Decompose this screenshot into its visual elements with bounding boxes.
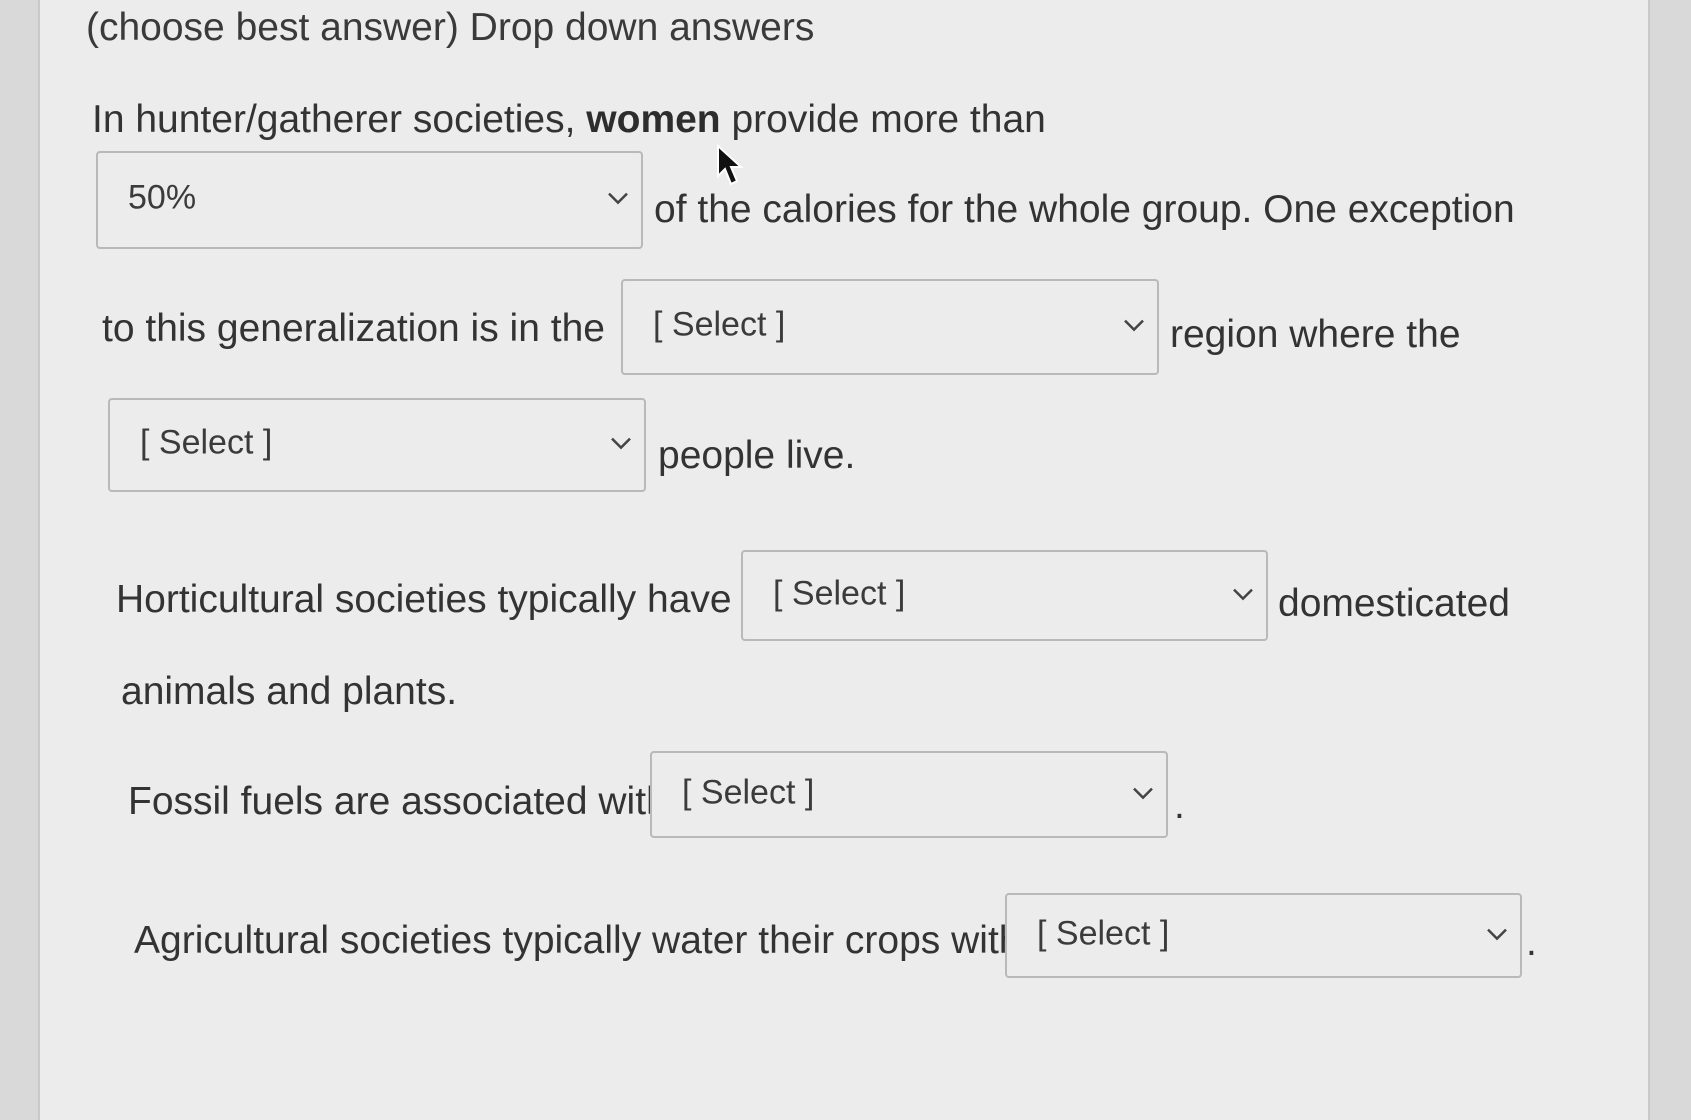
q4-text-a: Agricultural societies typically water t… <box>134 919 1021 962</box>
chevron-down-icon <box>1487 928 1507 940</box>
q1-bold-word: women <box>586 98 721 141</box>
q1-select-people-value: [ Select ] <box>140 423 273 462</box>
q1-select-region[interactable]: [ Select ] <box>621 279 1159 375</box>
q1-text-line5: people live. <box>658 434 856 477</box>
chevron-down-icon <box>1124 319 1144 332</box>
q4-period: . <box>1526 921 1537 964</box>
q4-select-value: [ Select ] <box>1037 914 1170 953</box>
q1-select-calories-value: 50% <box>128 178 197 217</box>
mouse-cursor-icon <box>717 144 744 186</box>
q3-select-fossil-fuels[interactable]: [ Select ] <box>650 751 1168 838</box>
q2-text-c: animals and plants. <box>121 670 458 713</box>
chevron-down-icon <box>1133 787 1153 799</box>
q2-text-b: domesticated <box>1278 582 1510 625</box>
q2-text-a: Horticultural societies typically have <box>116 578 732 621</box>
chevron-down-icon <box>1233 588 1253 600</box>
q1-select-region-value: [ Select ] <box>653 305 786 344</box>
q1-text-line2: of the calories for the whole group. One… <box>654 188 1515 231</box>
q2-select-value: [ Select ] <box>773 574 906 613</box>
q1-text-line4: region where the <box>1170 313 1461 356</box>
question-heading: (choose best answer) Drop down answers <box>86 6 815 49</box>
q3-select-value: [ Select ] <box>682 773 815 812</box>
q4-select-water[interactable]: [ Select ] <box>1005 893 1522 978</box>
q1-select-people[interactable]: [ Select ] <box>108 398 646 492</box>
q1-text-line3: to this generalization is in the <box>102 307 605 350</box>
q1-select-calories[interactable]: 50% <box>96 151 643 249</box>
q3-text-a: Fossil fuels are associated with <box>128 780 668 823</box>
chevron-down-icon <box>608 192 628 205</box>
chevron-down-icon <box>611 437 631 450</box>
q3-period: . <box>1174 784 1185 827</box>
q2-select-domesticated[interactable]: [ Select ] <box>741 550 1268 641</box>
q1-text-line1: In hunter/gatherer societies, women prov… <box>92 98 1046 141</box>
